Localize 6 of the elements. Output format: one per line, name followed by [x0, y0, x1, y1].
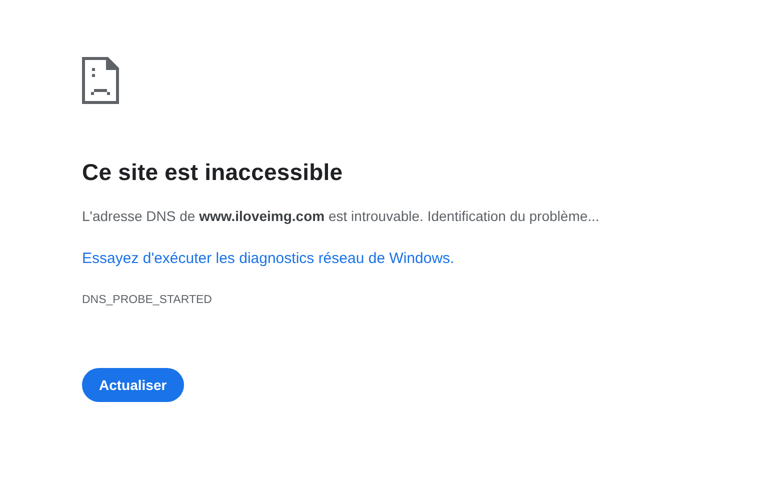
diagnostics-link[interactable]: Essayez d'exécuter les diagnostics réseau de Windows. — [82, 250, 454, 267]
error-heading: Ce site est inaccessible — [82, 159, 343, 186]
error-summary: L'adresse DNS de www.iloveimg.com est introuvable. Identification du problème... — [82, 208, 600, 224]
reload-button[interactable]: Actualiser — [82, 368, 184, 402]
sad-page-icon — [82, 57, 119, 104]
error-code: DNS_PROBE_STARTED — [82, 294, 212, 306]
